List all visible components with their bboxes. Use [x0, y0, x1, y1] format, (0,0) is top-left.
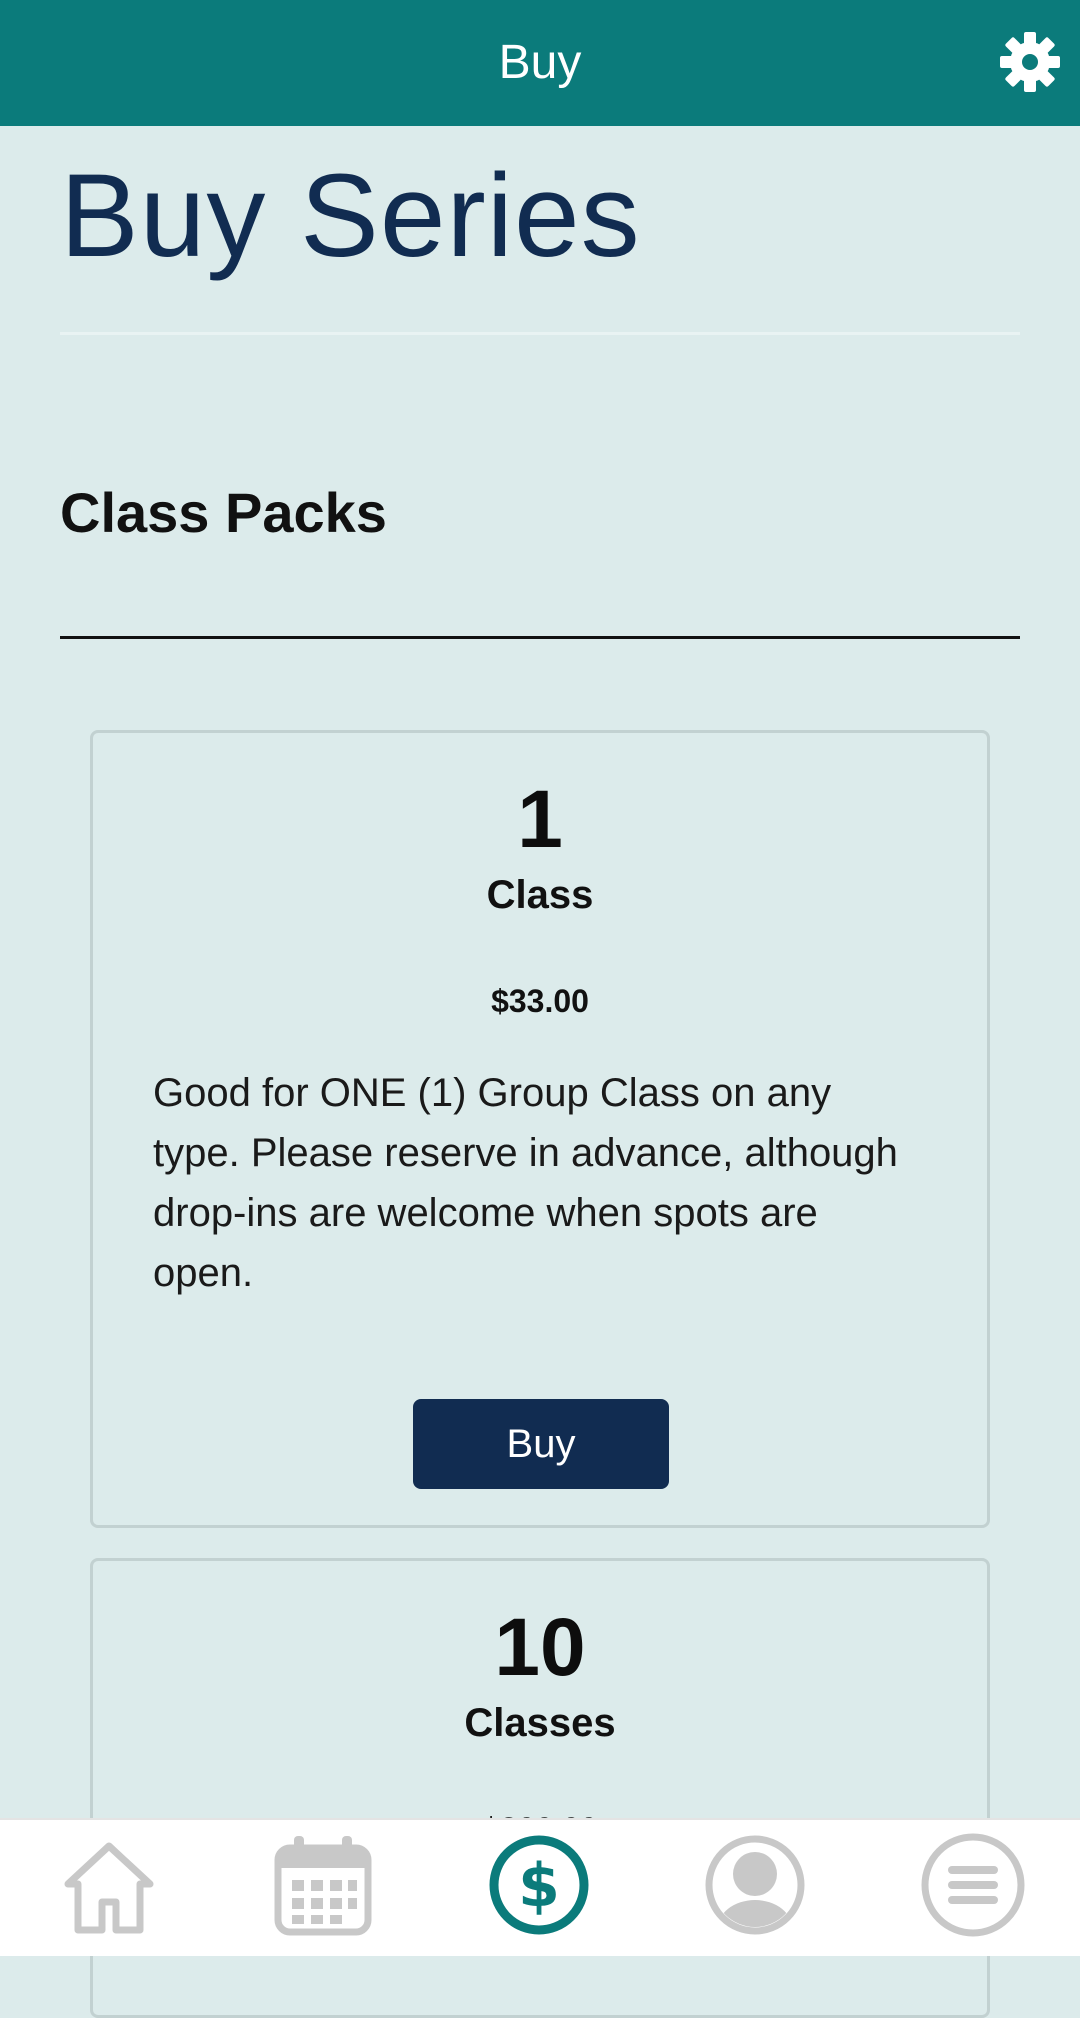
svg-text:$: $: [518, 1851, 560, 1921]
top-app-bar: Buy: [0, 0, 1080, 126]
page-title: Buy Series: [60, 150, 641, 282]
section-title: Class Packs: [60, 481, 387, 544]
profile-icon: [705, 1835, 805, 1935]
menu-icon: [921, 1833, 1025, 1937]
title-divider: [60, 332, 1020, 335]
nav-profile[interactable]: [700, 1830, 810, 1940]
pack-count: 1: [517, 774, 563, 865]
gear-icon[interactable]: [998, 30, 1062, 94]
section-divider: [60, 636, 1020, 639]
pack-count: 10: [494, 1602, 586, 1693]
pack-price: $33.00: [491, 983, 589, 1019]
dollar-icon: $: [489, 1835, 589, 1935]
buy-button[interactable]: Buy: [413, 1399, 669, 1489]
header-title: Buy: [498, 36, 582, 89]
pack-unit: Classes: [464, 1701, 616, 1745]
nav-menu[interactable]: [918, 1830, 1028, 1940]
pack-description: Good for ONE (1) Group Class on any type…: [153, 1071, 898, 1295]
nav-calendar[interactable]: [268, 1830, 378, 1940]
pack-unit: Class: [486, 873, 594, 917]
calendar-icon: [274, 1836, 372, 1936]
bottom-navigation: $: [0, 1818, 1080, 1956]
nav-buy[interactable]: $: [484, 1830, 594, 1940]
pack-card: 1 Class $33.00 Good for ONE (1) Group Cl…: [90, 730, 990, 1528]
home-icon: [64, 1842, 154, 1934]
nav-home[interactable]: [54, 1830, 164, 1940]
